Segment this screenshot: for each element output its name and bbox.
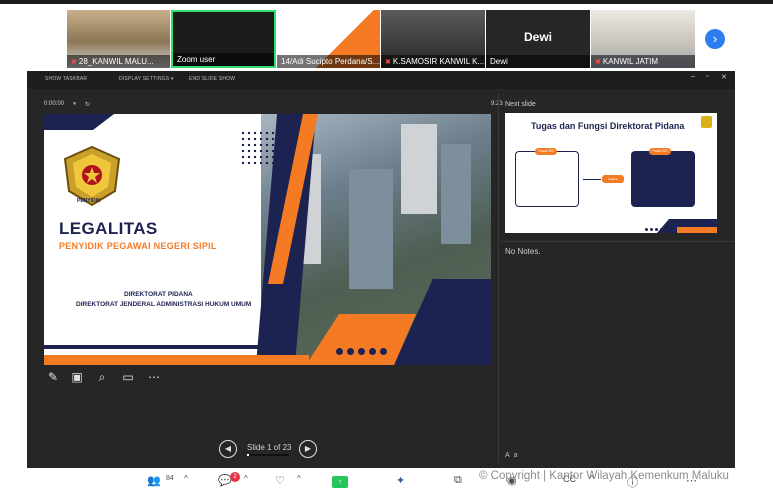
next-slide-mid-label: Pidana bbox=[602, 175, 624, 183]
participant-name: ✖ 28_KANWIL MALU... bbox=[67, 55, 170, 68]
next-slide-arrow bbox=[583, 179, 601, 180]
participant-name: ✖ K.SAMOSIR KANWIL K... bbox=[381, 55, 485, 68]
shared-screen-presenter-view: SHOW TASKBAR DISPLAY SETTINGS ▾ END SLID… bbox=[27, 71, 735, 468]
slide-line-1: DIREKTORAT PIDANA bbox=[124, 291, 193, 298]
current-slide: PENYIDIK LEGALITAS PENYIDIK PEGAWAI NEGE… bbox=[44, 114, 491, 365]
chat-badge: 2 bbox=[230, 472, 240, 482]
share-screen-icon[interactable]: ↑ bbox=[332, 476, 348, 488]
dot-grid-decoration bbox=[240, 130, 276, 164]
maximize-icon[interactable]: ▫ bbox=[706, 73, 708, 80]
participant-name: Zoom user bbox=[173, 53, 274, 66]
decrease-font-icon[interactable]: a bbox=[514, 452, 518, 459]
muted-mic-icon: ✖ bbox=[71, 59, 77, 66]
zoom-magnifier-icon[interactable]: ⌕ bbox=[94, 369, 110, 385]
next-slide-preview[interactable]: Tugas dan Fungsi Direktorat Pidana Pasal… bbox=[505, 113, 717, 233]
participant-display-name: Dewi bbox=[523, 30, 552, 44]
ai-companion-icon[interactable]: ✦ bbox=[396, 474, 405, 487]
clock: 9:23 bbox=[491, 101, 503, 107]
next-slide-label: Next slide bbox=[505, 101, 536, 108]
end-slide-show-button[interactable]: END SLIDE SHOW bbox=[189, 76, 235, 82]
next-slide-box-right bbox=[631, 151, 695, 207]
speaker-notes: No Notes. bbox=[505, 247, 541, 256]
slide-dots-decoration bbox=[336, 342, 391, 360]
font-size-buttons: A a bbox=[505, 452, 517, 459]
pause-timer-icon[interactable]: ⏸ bbox=[73, 101, 76, 108]
next-slide-button[interactable]: ▶ bbox=[299, 440, 317, 458]
building bbox=[349, 169, 393, 289]
slide-counter: Slide 1 of 23 bbox=[247, 443, 292, 452]
zoom-meeting-window: ✖ 28_KANWIL MALU... Zoom user 14/Adi Suci… bbox=[0, 0, 773, 490]
notes-separator bbox=[501, 241, 735, 242]
badge-label: PENYIDIK bbox=[77, 198, 101, 204]
restart-timer-icon[interactable]: ↻ bbox=[85, 101, 90, 108]
strip-top-edge bbox=[0, 0, 773, 4]
muted-mic-icon: ✖ bbox=[595, 59, 601, 66]
minimize-icon[interactable]: – bbox=[691, 73, 695, 80]
copyright-watermark: © Copyright | Kantor Wilayah Kemenkum Ma… bbox=[479, 470, 729, 482]
slide-progress-fill bbox=[247, 454, 249, 456]
orange-bottom-stripe bbox=[44, 355, 309, 365]
next-slide-pill-left: Pasal 235 bbox=[535, 148, 557, 155]
orange-corner bbox=[677, 227, 717, 233]
show-taskbar-button[interactable]: SHOW TASKBAR bbox=[45, 76, 87, 82]
caret-up-icon[interactable]: ^ bbox=[244, 474, 248, 483]
close-icon[interactable]: ✕ bbox=[721, 73, 727, 81]
participant-name: 14/Adi Sucipto Perdana/S... bbox=[277, 55, 380, 68]
display-settings-button[interactable]: DISPLAY SETTINGS ▾ bbox=[119, 76, 174, 82]
slide-subtitle: PENYIDIK PEGAWAI NEGERI SIPIL bbox=[59, 241, 217, 251]
apps-icon[interactable]: ⧉ bbox=[454, 474, 462, 487]
ministry-logo-icon bbox=[701, 116, 712, 128]
presenter-toolbar: SHOW TASKBAR DISPLAY SETTINGS ▾ END SLID… bbox=[27, 71, 735, 89]
caret-up-icon[interactable]: ^ bbox=[297, 474, 301, 483]
increase-font-icon[interactable]: A bbox=[505, 452, 510, 459]
next-slide-title: Tugas dan Fungsi Direktorat Pidana bbox=[531, 121, 685, 131]
more-options-icon[interactable]: ⋯ bbox=[146, 369, 162, 385]
participant-tile[interactable]: 14/Adi Sucipto Perdana/S... bbox=[277, 10, 380, 68]
muted-mic-icon: ✖ bbox=[385, 59, 391, 66]
slide-title: LEGALITAS bbox=[59, 219, 158, 238]
participant-name: Dewi bbox=[486, 55, 590, 68]
react-heart-icon[interactable]: ♡ bbox=[275, 474, 285, 487]
next-slide-box-left bbox=[515, 151, 579, 207]
caret-up-icon[interactable]: ^ bbox=[184, 474, 188, 483]
participant-tile[interactable]: ✖ KANWIL JATIM bbox=[591, 10, 695, 68]
participants-count: 84 bbox=[166, 475, 174, 482]
building bbox=[401, 124, 437, 214]
pen-icon[interactable]: ✎ bbox=[45, 369, 61, 385]
participant-tile[interactable]: ✖ K.SAMOSIR KANWIL K... bbox=[381, 10, 485, 68]
participant-strip: ✖ 28_KANWIL MALU... Zoom user 14/Adi Suci… bbox=[0, 0, 773, 72]
next-slide-pill-right: Pasal 237 bbox=[649, 148, 671, 155]
slide-progress-bar bbox=[247, 454, 289, 456]
see-all-slides-icon[interactable]: ▣ bbox=[69, 369, 85, 385]
building bbox=[441, 144, 471, 244]
elapsed-timer: 0:00:00 bbox=[44, 101, 65, 107]
black-screen-icon[interactable]: ▭ bbox=[120, 369, 136, 385]
participant-tile[interactable]: Dewi Dewi bbox=[486, 10, 590, 68]
navy-top-corner bbox=[44, 114, 114, 130]
slide-line-2: DIREKTORAT JENDERAL ADMINISTRASI HUKUM U… bbox=[76, 301, 252, 308]
panel-divider[interactable] bbox=[498, 93, 499, 463]
meeting-controls: 👥 84 ^ 💬 2 ^ ♡ ^ ↑ ✦ ⧉ ◉ CC ^ ⓘ ⋯ © Copy… bbox=[0, 468, 773, 490]
participants-icon[interactable]: 👥 bbox=[147, 474, 161, 487]
participant-tile-active-speaker[interactable]: Zoom user bbox=[171, 10, 276, 68]
chevron-right-icon[interactable]: › bbox=[705, 29, 725, 49]
navy-bottom-stripe bbox=[44, 345, 269, 349]
participant-name: ✖ KANWIL JATIM bbox=[591, 55, 695, 68]
participant-tile[interactable]: ✖ 28_KANWIL MALU... bbox=[67, 10, 170, 68]
previous-slide-button[interactable]: ◀ bbox=[219, 440, 237, 458]
